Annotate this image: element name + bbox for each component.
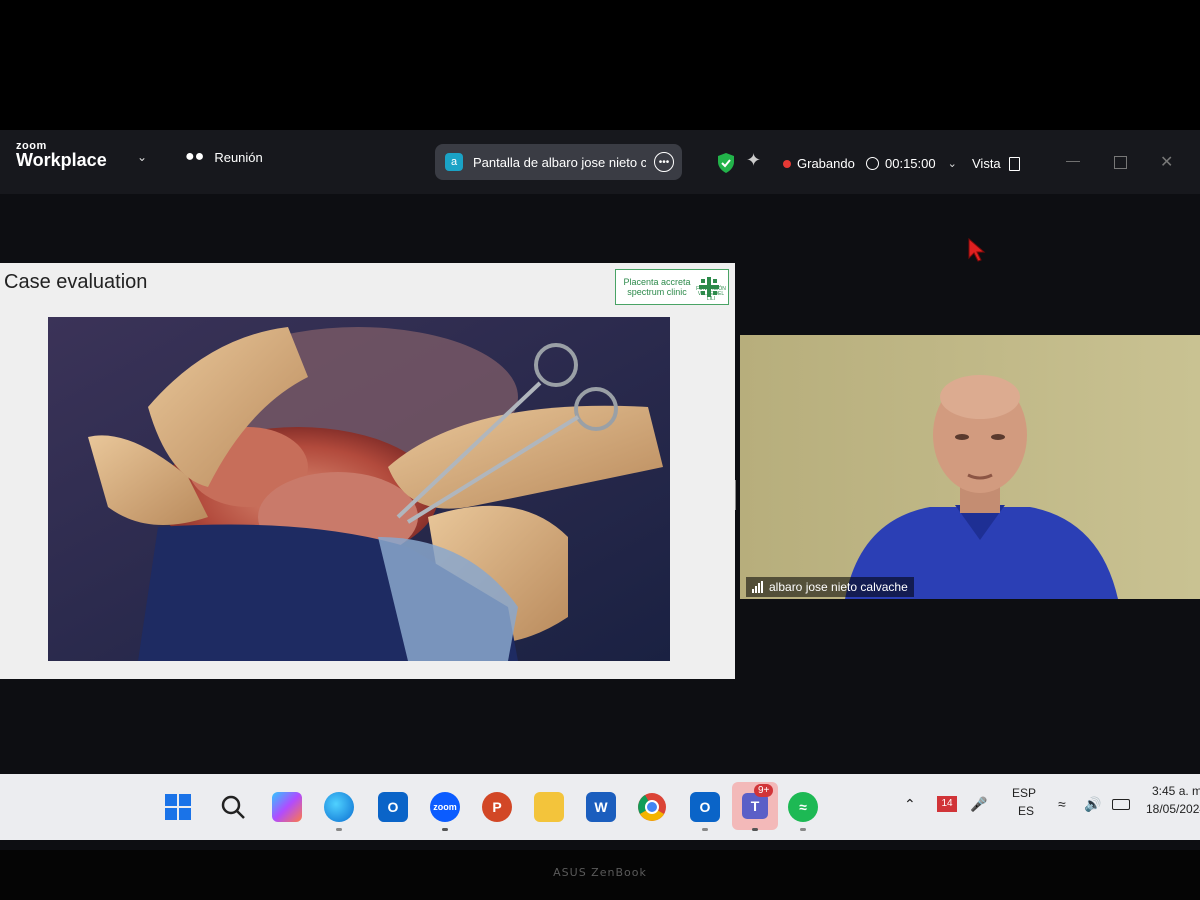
security-shield-icon[interactable] (716, 152, 736, 174)
clinic-logo: Placenta accreta spectrum clinic FUNDACI… (615, 269, 729, 305)
surgical-photo (48, 317, 670, 661)
file-explorer-icon[interactable] (534, 792, 564, 822)
start-icon[interactable] (163, 792, 193, 822)
clock-time[interactable]: 3:45 a. m. (1152, 784, 1200, 798)
chrome-icon[interactable] (637, 792, 667, 822)
participant-name-tag: albaro jose nieto calvache (746, 577, 914, 597)
logo-workplace-text: Workplace (16, 150, 107, 170)
clock-icon (866, 157, 879, 170)
mouse-cursor-icon (968, 238, 986, 262)
laptop-screen: zoom Workplace ⌄ ●● Reunión a Pantalla d… (0, 130, 1200, 850)
people-icon: ●● (185, 148, 205, 165)
ai-companion-icon[interactable]: ✦ (746, 150, 761, 171)
chevron-down-icon[interactable]: ⌄ (137, 150, 147, 164)
view-button[interactable]: Vista (972, 156, 1020, 171)
foundation-logo-text: FUNDACIÓN VALLE DEL LILI (696, 286, 726, 302)
shared-slide: Case evaluation Placenta accreta spectru… (0, 263, 735, 679)
chevron-up-icon[interactable]: ⌃ (904, 796, 916, 813)
spotify-icon[interactable]: ≈ (788, 792, 818, 822)
participant-video[interactable]: albaro jose nieto calvache (740, 335, 1200, 599)
teams-notification-badge: 9+ (754, 784, 774, 797)
calendar-badge[interactable]: 14 (937, 796, 957, 812)
chevron-down-icon: ⌄ (947, 158, 957, 170)
edge-running-indicator (336, 828, 342, 831)
zoom-workplace-logo[interactable]: zoom Workplace (16, 140, 107, 171)
language-bottom[interactable]: ES (1018, 804, 1034, 818)
meeting-label: Reunión (214, 149, 263, 165)
share-label: Pantalla de albaro jose nieto calvache (473, 154, 646, 170)
signal-strength-icon (752, 581, 763, 593)
windows-taskbar: O zoom P W O T 9+ ≈ ⌃ 14 🎤 ESP ES ≈ 🔊 3:… (0, 774, 1200, 840)
powerpoint-icon[interactable]: P (482, 792, 512, 822)
clock-date[interactable]: 18/05/2024 (1146, 802, 1200, 816)
slide-title: Case evaluation (4, 271, 148, 293)
spotify-running-indicator (800, 828, 806, 831)
word-icon[interactable]: W (586, 792, 616, 822)
participant-name: albaro jose nieto calvache (769, 580, 908, 594)
participant-image (740, 335, 1200, 599)
clinic-logo-text: Placenta accreta spectrum clinic (623, 277, 691, 297)
meeting-timer[interactable]: 00:15:00 ⌄ (866, 156, 957, 171)
view-layout-icon (1008, 156, 1020, 171)
zoom-running-indicator (442, 828, 448, 831)
zoom-icon[interactable]: zoom (430, 792, 460, 822)
recording-label: Grabando (797, 156, 855, 171)
recording-indicator[interactable]: Grabando (783, 156, 855, 171)
screen-share-pill[interactable]: a Pantalla de albaro jose nieto calvache… (435, 144, 682, 180)
outlook-new-icon[interactable]: O (378, 792, 408, 822)
minimize-icon[interactable]: — (1066, 152, 1080, 168)
more-options-icon[interactable]: ••• (654, 152, 674, 172)
volume-icon[interactable]: 🔊 (1084, 796, 1101, 813)
search-icon[interactable] (218, 792, 248, 822)
wifi-icon[interactable]: ≈ (1058, 796, 1066, 812)
laptop-brand: ASUS ZenBook (553, 866, 647, 879)
maximize-icon[interactable] (1114, 156, 1127, 169)
timer-value: 00:15:00 (885, 156, 936, 171)
microphone-icon[interactable]: 🎤 (970, 796, 987, 813)
battery-icon[interactable] (1112, 799, 1130, 810)
copilot-icon[interactable] (272, 792, 302, 822)
edge-icon[interactable] (324, 792, 354, 822)
close-icon[interactable]: ✕ (1160, 152, 1173, 172)
view-label: Vista (972, 156, 1001, 171)
zoom-title-bar: zoom Workplace ⌄ ●● Reunión a Pantalla d… (0, 130, 1200, 194)
teams-running-indicator (752, 828, 758, 831)
recording-dot-icon (783, 159, 791, 168)
sharer-avatar: a (445, 153, 463, 171)
outlook-icon[interactable]: O (690, 792, 720, 822)
language-top[interactable]: ESP (1012, 786, 1036, 800)
outlook-running-indicator (702, 828, 708, 831)
meeting-info-button[interactable]: ●● Reunión (185, 148, 263, 166)
